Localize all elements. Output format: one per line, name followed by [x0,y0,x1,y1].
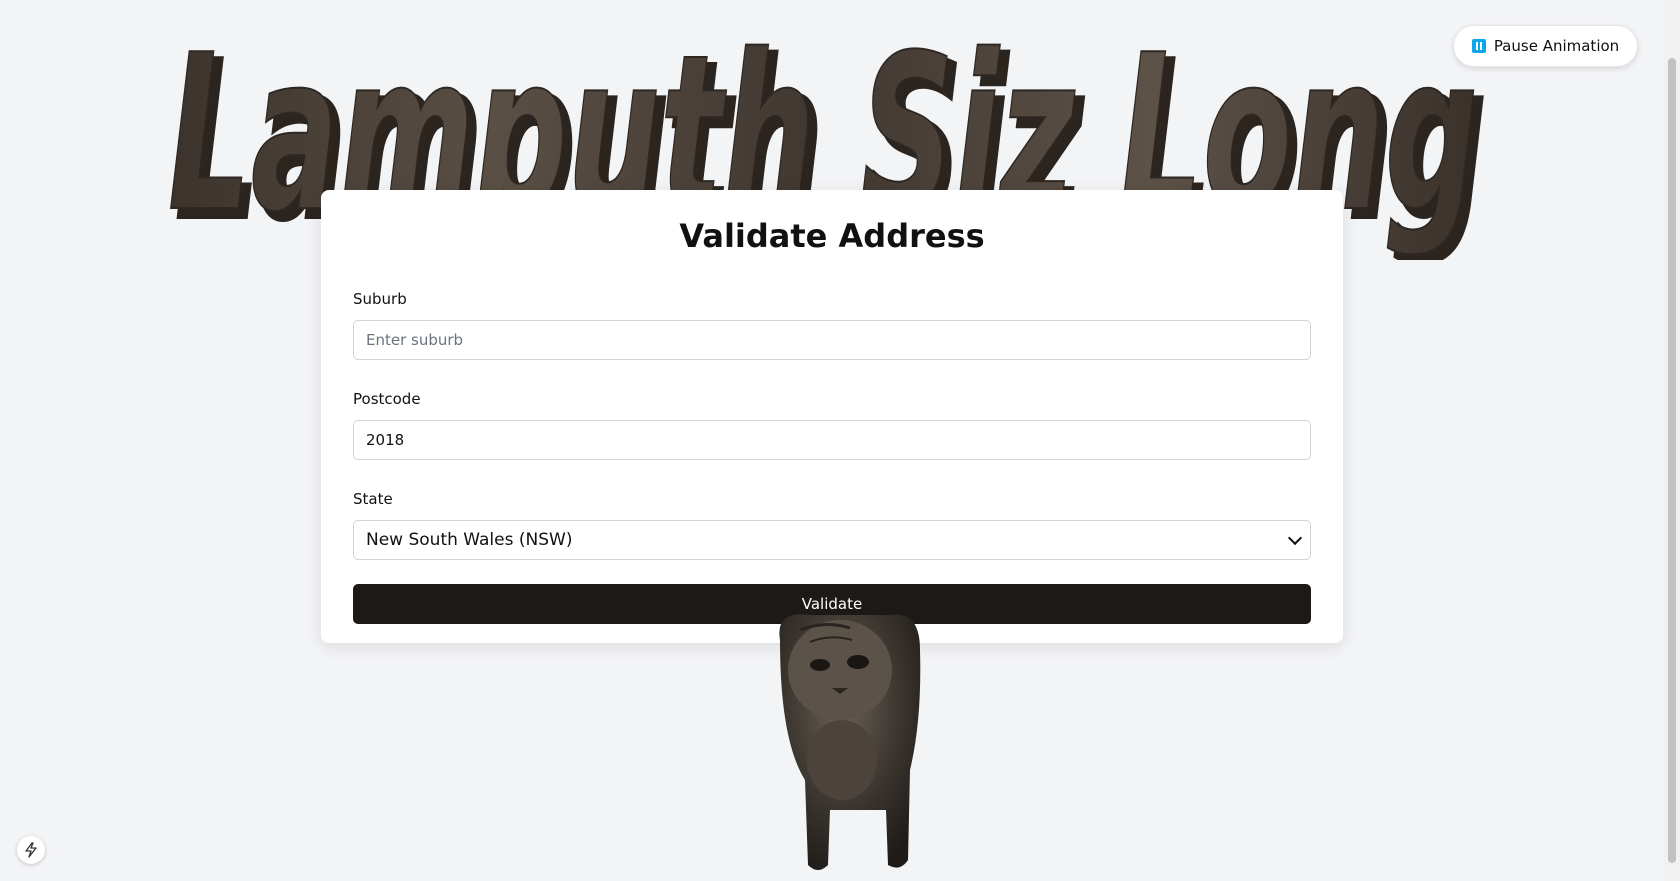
postcode-label: Postcode [353,390,421,408]
state-label: State [353,490,393,508]
suburb-input[interactable] [353,320,1311,360]
postcode-input[interactable] [353,420,1311,460]
pause-animation-button[interactable]: Pause Animation [1453,25,1638,67]
pause-animation-label: Pause Animation [1493,37,1620,55]
state-selected-value: New South Wales (NSW) [366,530,573,550]
scrollbar-thumb[interactable] [1668,58,1676,863]
page-scrollbar[interactable] [1664,0,1680,881]
bolt-icon [25,842,37,858]
validate-address-card: Validate Address Suburb Postcode State N… [321,190,1343,643]
chevron-down-icon [1287,530,1303,545]
state-select[interactable]: New South Wales (NSW) [353,520,1311,560]
pause-icon [1471,39,1486,53]
bolt-button[interactable] [17,836,45,864]
page: Lamputh Siz Long Lamputh Siz Long Pause … [0,0,1680,881]
page-title: Validate Address [679,217,985,255]
cat-image [770,610,930,875]
suburb-label: Suburb [353,290,407,308]
